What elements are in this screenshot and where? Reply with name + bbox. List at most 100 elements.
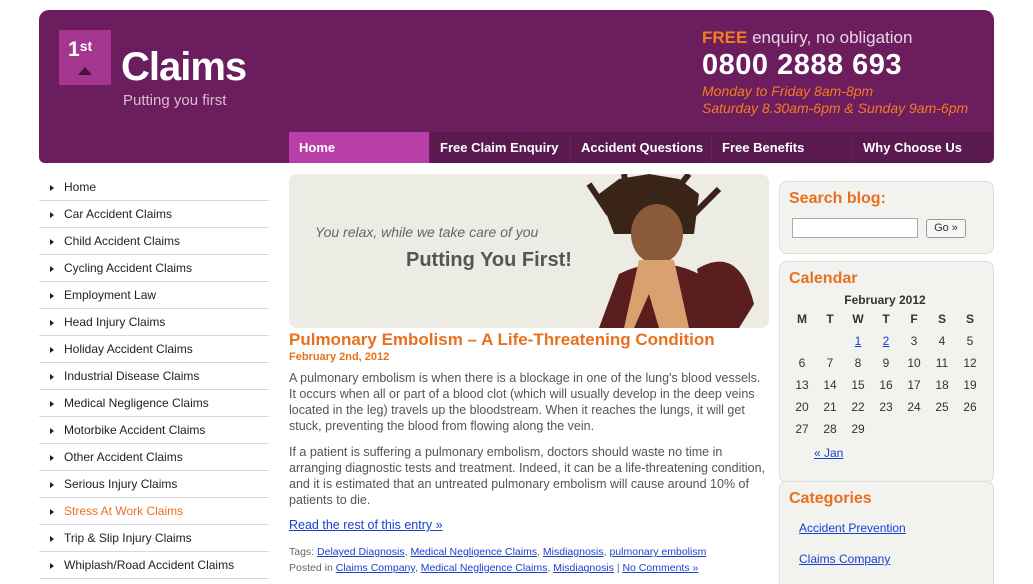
nav-accident-questions[interactable]: Accident Questions [571,132,711,163]
calendar-day: 23 [879,400,893,414]
post-paragraph-2: If a patient is suffering a pulmonary em… [289,445,765,507]
sidebar-item-child-accident[interactable]: Child Accident Claims [39,228,269,255]
sidebar-item-car-accident[interactable]: Car Accident Claims [39,201,269,228]
calendar-day: 14 [823,378,837,392]
post-title[interactable]: Pulmonary Embolism – A Life-Threatening … [289,330,715,350]
calendar-day: 20 [795,400,809,414]
free-label: FREE [702,28,748,47]
sidebar-item-employment-law[interactable]: Employment Law [39,282,269,309]
calendar-day [956,418,984,440]
sidebar-item-whiplash[interactable]: Whiplash/Road Accident Claims [39,552,269,579]
search-input[interactable] [792,218,918,238]
calendar-day: 13 [795,378,809,392]
calendar-day: 8 [854,356,862,370]
hours-weekend: Saturday 8.30am-6pm & Sunday 9am-6pm [702,99,969,116]
category-link[interactable]: Claims Company [336,562,415,574]
calendar-week: 27 28 29 [788,418,984,440]
calendar-day: 25 [935,400,949,414]
search-go-button[interactable]: Go » [926,219,966,238]
calendar-day: 16 [879,378,893,392]
calendar-day-header: S [937,312,946,326]
logo-wordmark[interactable]: Claims [121,47,247,87]
contact-block: FREE enquiry, no obligation 0800 2888 69… [702,28,992,116]
banner-relax-text: You relax, while we take care of you [315,224,539,240]
categories-widget: Categories Accident Prevention Claims Co… [779,481,994,584]
sidebar-item-medical-negligence[interactable]: Medical Negligence Claims [39,390,269,417]
calendar-day [816,330,844,352]
calendar-day [872,418,900,440]
calendar-day: 12 [963,356,977,370]
nav-free-claim-enquiry[interactable]: Free Claim Enquiry [430,132,570,163]
nav-free-benefits[interactable]: Free Benefits [712,132,852,163]
calendar-day[interactable]: 2 [872,330,900,352]
calendar-day: 27 [795,422,809,436]
search-title: Search blog: [789,190,886,207]
calendar-week: 20 21 22 23 24 25 26 [788,396,984,418]
tag-link[interactable]: Medical Negligence Claims [410,546,537,558]
calendar-day: 9 [882,356,890,370]
tag-link[interactable]: Misdiagnosis [543,546,604,558]
sidebar-item-cycling-accident[interactable]: Cycling Accident Claims [39,255,269,282]
tag-link[interactable]: Delayed Diagnosis [317,546,405,558]
post-categories: Posted in Claims Company, Medical Neglig… [289,562,699,574]
calendar-day: 17 [907,378,921,392]
calendar-day: 29 [851,422,865,436]
hours-weekday: Monday to Friday 8am-8pm [702,82,874,99]
post-tags: Tags: Delayed Diagnosis, Medical Neglige… [289,546,707,558]
sidebar-item-home[interactable]: Home [39,174,269,201]
tag-link[interactable]: pulmonary embolism [609,546,706,558]
banner-photo [586,174,754,328]
calendar-day: 4 [938,334,946,348]
sidebar-item-holiday-accident[interactable]: Holiday Accident Claims [39,336,269,363]
calendar-day: 5 [966,334,974,348]
category-link[interactable]: Misdiagnosis [553,562,614,574]
calendar-day: 3 [910,334,918,348]
free-rest-label: enquiry, no obligation [752,28,913,47]
read-more-link[interactable]: Read the rest of this entry » [289,518,443,532]
nav-why-choose-us[interactable]: Why Choose Us [853,132,993,163]
calendar-day: 15 [851,378,865,392]
calendar-day-link[interactable]: 2 [883,334,890,348]
calendar-day-header: T [882,312,890,326]
category-link-accident-prevention[interactable]: Accident Prevention [799,521,906,535]
calendar-day: 19 [963,378,977,392]
sidebar-item-head-injury[interactable]: Head Injury Claims [39,309,269,336]
calendar-day[interactable]: 1 [844,330,872,352]
hero-banner: You relax, while we take care of you Put… [289,174,769,328]
sidebar-item-trip-slip[interactable]: Trip & Slip Injury Claims [39,525,269,552]
sidebar-item-other-accident[interactable]: Other Accident Claims [39,444,269,471]
categories-title: Categories [789,490,872,507]
post-paragraph-1: A pulmonary embolism is when there is a … [289,371,761,433]
logo-mark[interactable]: 1st [59,30,111,85]
calendar-week: 13 14 15 16 17 18 19 [788,374,984,396]
nav-home[interactable]: Home [289,132,429,163]
category-link-claims-company[interactable]: Claims Company [799,552,890,566]
category-link[interactable]: Medical Negligence Claims [421,562,548,574]
calendar-day-header: T [826,312,834,326]
calendar-title: Calendar [789,270,858,287]
sidebar-item-stress-at-work[interactable]: Stress At Work Claims [39,498,269,525]
calendar-day-header: W [852,312,864,326]
comments-link[interactable]: No Comments » [622,562,698,574]
calendar-day: 18 [935,378,949,392]
calendar-prev-link[interactable]: « Jan [814,446,843,460]
free-enquiry-line: FREE enquiry, no obligation [702,28,992,48]
calendar-day-header: F [910,312,918,326]
calendar-day-link[interactable]: 1 [855,334,862,348]
calendar-day: 11 [935,356,949,370]
calendar-day-header: M [797,312,807,326]
tags-label: Tags: [289,546,315,558]
phone-number[interactable]: 0800 2888 693 [702,48,992,83]
sidebar-item-serious-injury[interactable]: Serious Injury Claims [39,471,269,498]
banner-putting-text: Putting You First! [406,249,572,271]
sidebar-item-industrial-disease[interactable]: Industrial Disease Claims [39,363,269,390]
site-header: 1st Claims Putting you first FREE enquir… [39,10,994,163]
calendar-day [900,418,928,440]
calendar-widget: Calendar February 2012 MTWTFSS 123456789… [779,261,994,483]
calendar-day [928,418,956,440]
calendar-caption: February 2012 [844,293,926,307]
sidebar-item-motorbike-accident[interactable]: Motorbike Accident Claims [39,417,269,444]
calendar-day: 21 [823,400,837,414]
calendar-day [788,330,816,352]
calendar-day: 28 [823,422,837,436]
